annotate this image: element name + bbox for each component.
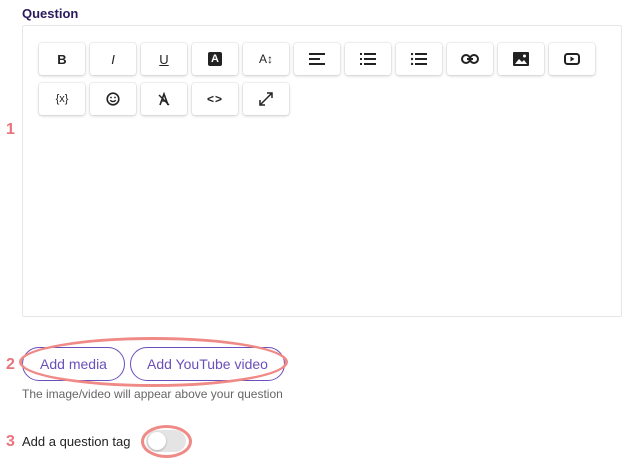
add-media-button[interactable]: Add media <box>22 347 125 381</box>
font-size-button[interactable]: A↕ <box>243 43 289 75</box>
annotation-3: 3 <box>6 433 15 450</box>
media-helper-text: The image/video will appear above your q… <box>22 387 283 401</box>
question-tag-label: Add a question tag <box>22 434 131 449</box>
code-button[interactable]: <> <box>192 83 238 115</box>
annotation-1: 1 <box>6 121 15 138</box>
text-color-icon: A <box>208 52 222 66</box>
add-youtube-video-button[interactable]: Add YouTube video <box>130 347 285 381</box>
fullscreen-button[interactable] <box>243 83 289 115</box>
link-button[interactable] <box>447 43 493 75</box>
numbered-list-icon <box>360 53 376 65</box>
formula-icon: {x} <box>55 93 69 105</box>
italic-icon: I <box>111 51 115 67</box>
clear-format-icon <box>157 92 171 106</box>
underline-icon: U <box>159 51 169 67</box>
video-icon <box>564 53 580 65</box>
bullet-list-icon <box>411 53 427 65</box>
link-icon <box>461 54 479 64</box>
question-label: Question <box>22 6 79 21</box>
emoji-button[interactable] <box>90 83 136 115</box>
emoji-icon <box>106 92 120 106</box>
image-button[interactable] <box>498 43 544 75</box>
numbered-list-button[interactable] <box>345 43 391 75</box>
question-editor[interactable]: B I U A A↕ {x} <> <box>22 25 622 317</box>
text-color-button[interactable]: A <box>192 43 238 75</box>
bold-button[interactable]: B <box>39 43 85 75</box>
italic-button[interactable]: I <box>90 43 136 75</box>
bullet-list-button[interactable] <box>396 43 442 75</box>
align-button[interactable] <box>294 43 340 75</box>
code-icon: <> <box>206 92 223 106</box>
formula-button[interactable]: {x} <box>39 83 85 115</box>
font-size-icon: A↕ <box>258 52 273 66</box>
clear-format-button[interactable] <box>141 83 187 115</box>
annotation-2: 2 <box>6 356 15 373</box>
align-left-icon <box>309 53 325 65</box>
underline-button[interactable]: U <box>141 43 187 75</box>
question-tag-toggle[interactable] <box>146 430 186 452</box>
bold-icon: B <box>57 51 67 67</box>
toggle-knob <box>148 432 166 450</box>
image-icon <box>513 52 529 66</box>
video-button[interactable] <box>549 43 595 75</box>
fullscreen-icon <box>259 92 273 106</box>
